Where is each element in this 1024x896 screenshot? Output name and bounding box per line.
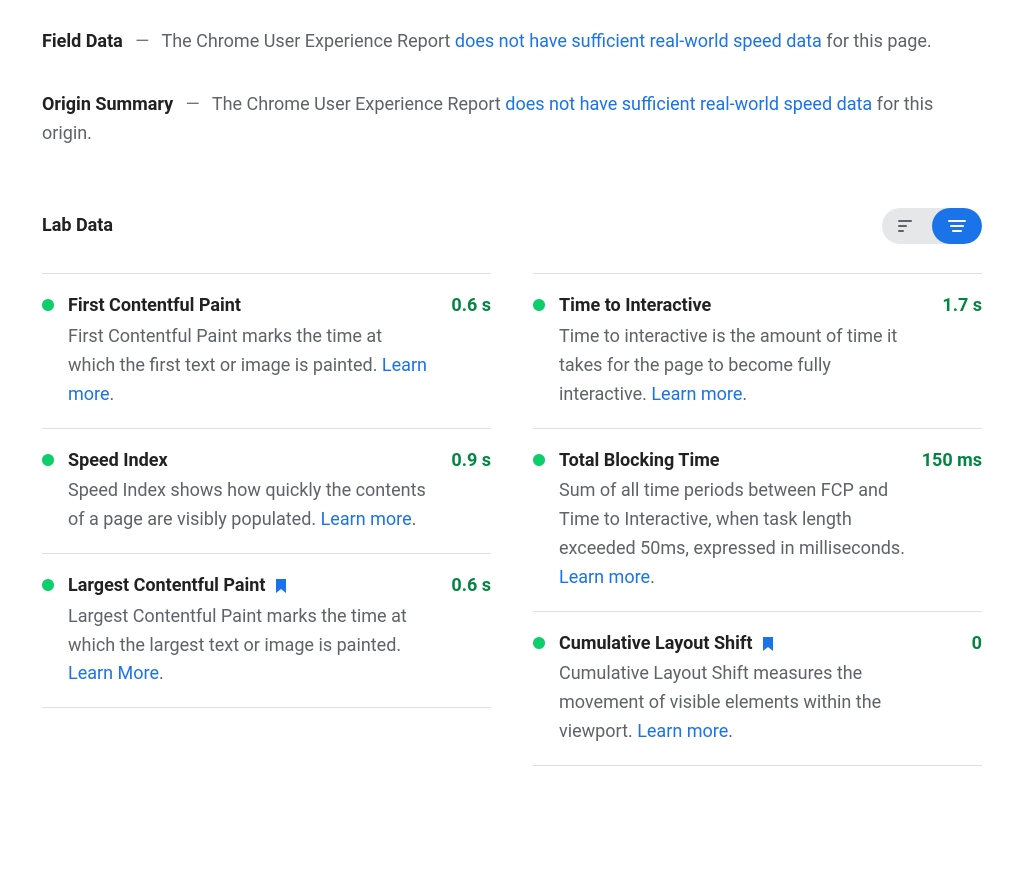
separator-dash: — [186,94,200,115]
metric-name-row: Cumulative Layout Shift 0 [559,630,982,659]
metric-name-text: Total Blocking Time [559,447,720,476]
learn-more-link[interactable]: Learn more [321,509,412,530]
metric-desc-text: First Contentful Paint marks the time at… [68,326,382,376]
metric-name-row: Speed Index 0.9 s [68,447,491,476]
metric-name: Total Blocking Time [559,447,720,476]
metric-content: Cumulative Layout Shift 0Cumulative Layou… [559,630,982,747]
status-dot-icon [42,454,54,466]
metric-content: First Contentful Paint0.6 sFirst Content… [68,292,491,409]
metric-content: Speed Index 0.9 sSpeed Index shows how qu… [68,447,491,535]
metric-name-text: Time to Interactive [559,292,711,321]
metric-name: Speed Index [68,447,168,476]
metric-name-text: Cumulative Layout Shift [559,630,752,659]
metric-name-text: Largest Contentful Paint [68,572,265,601]
status-dot-icon [42,299,54,311]
period: . [728,721,733,742]
period: . [159,663,164,684]
separator-dash: — [135,31,149,52]
field-data-section: Field Data — The Chrome User Experience … [42,28,982,57]
metric-desc: Cumulative Layout Shift measures the mov… [559,660,982,746]
metric-desc: Largest Contentful Paint marks the time … [68,603,491,689]
view-expanded-button[interactable] [932,208,982,244]
metric-content: Largest Contentful Paint0.6 sLargest Con… [68,572,491,689]
metric-desc-text: Largest Contentful Paint marks the time … [68,606,407,656]
metrics-grid: First Contentful Paint0.6 sFirst Content… [42,274,982,765]
metric-name: Time to Interactive [559,292,711,321]
status-dot-icon [533,454,545,466]
compact-view-icon [898,220,916,232]
status-dot-icon [42,579,54,591]
page-root: Field Data — The Chrome User Experience … [0,0,1024,774]
metric-card: Total Blocking Time 150 ms Sum of all time… [533,428,982,612]
learn-more-link[interactable]: Learn more [559,567,650,588]
metric-value: 0.9 s [451,447,491,476]
metric-desc: Sum of all time periods between FCP and … [559,477,982,592]
field-data-text-pre: The Chrome User Experience Report [161,31,454,52]
status-dot-icon [533,299,545,311]
origin-summary-section: Origin Summary — The Chrome User Experie… [42,91,982,149]
metric-name: Largest Contentful Paint [68,572,285,601]
metric-desc: First Contentful Paint marks the time at… [68,323,491,409]
status-dot-icon [533,637,545,649]
metric-name-row: First Contentful Paint 0.6 s [68,292,491,321]
metric-card: Speed Index 0.9 sSpeed Index shows how qu… [42,428,491,554]
lab-header-row: Lab Data [42,208,982,244]
period: . [742,384,747,405]
metric-value: 0.6 s [451,572,491,601]
metric-value: 0 [972,630,982,659]
metric-value: 150 ms [922,447,982,476]
lab-data-title: Lab Data [42,212,113,241]
learn-more-link[interactable]: Learn More [68,663,159,684]
field-data-title: Field Data [42,31,123,52]
metric-desc: Time to interactive is the amount of tim… [559,323,982,409]
metric-card: Cumulative Layout Shift 0Cumulative Layou… [533,611,982,766]
view-toggle [882,208,982,244]
period: . [650,567,655,588]
metric-card: Largest Contentful Paint0.6 sLargest Con… [42,553,491,708]
metric-card: Time to Interactive 1.7 sTime to interact… [533,273,982,428]
metric-name-row: Largest Contentful Paint 0.6 s [68,572,491,601]
metric-name-row: Total Blocking Time 150 ms [559,447,982,476]
metric-name: Cumulative Layout Shift [559,630,772,659]
field-data-text-post: for this page. [822,31,932,52]
period: . [412,509,417,530]
origin-summary-title: Origin Summary [42,94,173,115]
learn-more-link[interactable]: Learn more [637,721,728,742]
metric-content: Total Blocking Time 150 ms Sum of all time… [559,447,982,593]
metric-desc: Speed Index shows how quickly the conten… [68,477,491,535]
metric-desc-text: Sum of all time periods between FCP and … [559,480,905,559]
metrics-column-left: First Contentful Paint0.6 sFirst Content… [42,274,491,765]
metric-name-text: First Contentful Paint [68,292,241,321]
metric-value: 0.6 s [451,292,491,321]
metric-card: First Contentful Paint0.6 sFirst Content… [42,273,491,428]
expanded-view-icon [948,220,966,232]
metrics-column-right: Time to Interactive 1.7 sTime to interact… [533,274,982,765]
period: . [110,384,115,405]
bookmark-icon [275,579,285,593]
origin-summary-text-pre: The Chrome User Experience Report [212,94,505,115]
origin-summary-link[interactable]: does not have sufficient real-world spee… [505,94,872,115]
metric-name-row: Time to Interactive 1.7 s [559,292,982,321]
metric-name-text: Speed Index [68,447,168,476]
view-compact-button[interactable] [882,208,932,244]
field-data-link[interactable]: does not have sufficient real-world spee… [455,31,822,52]
metric-content: Time to Interactive 1.7 sTime to interact… [559,292,982,409]
learn-more-link[interactable]: Learn more [651,384,742,405]
metric-name: First Contentful Paint [68,292,241,321]
metric-value: 1.7 s [942,292,982,321]
bookmark-icon [762,637,772,651]
